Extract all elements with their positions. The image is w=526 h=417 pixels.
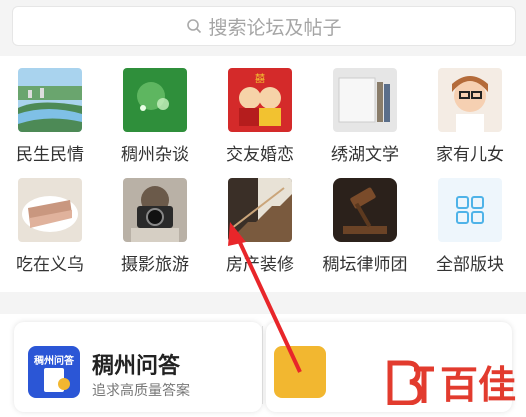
watermark-logo: 百佳 — [384, 354, 516, 409]
watermark-text: 百佳 — [439, 363, 516, 407]
watermark-mark-icon — [387, 360, 434, 405]
